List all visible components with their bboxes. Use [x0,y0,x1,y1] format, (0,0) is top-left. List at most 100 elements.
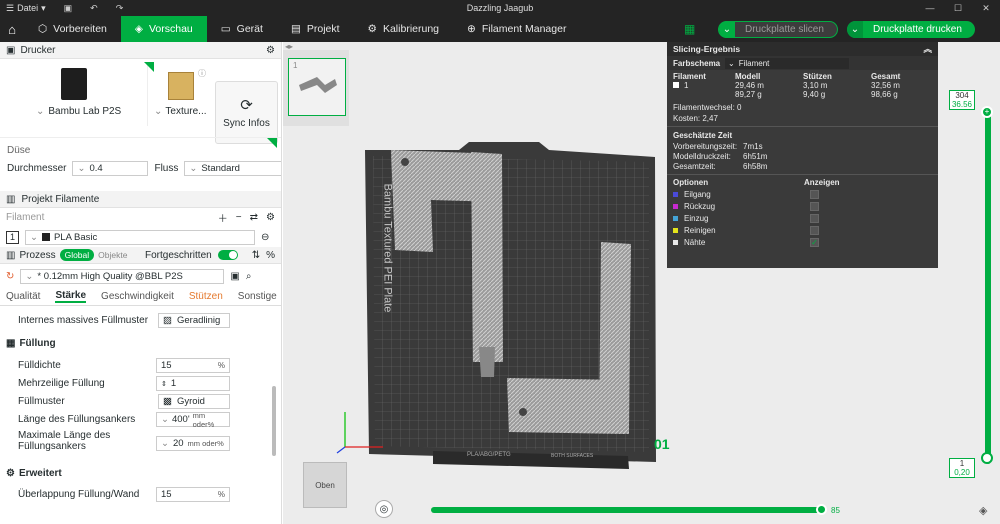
collapse-icon[interactable]: ︽ [923,43,932,55]
info-icon[interactable]: ⓘ [198,68,206,79]
multiline-value: 1 [170,378,177,389]
layers-icon[interactable]: ◈ [979,504,987,517]
title-bar: ☰ Datei ▾ ▣ ↶ ↷ Dazzling Jaagub — ☐ ✕ [0,0,1000,16]
global-toggle[interactable]: Global [59,249,95,261]
tab-projekt[interactable]: ▤ Projekt [277,16,354,42]
option-row: Nähte ✓ [667,236,938,248]
vertical-slider-bottom-thumb[interactable] [981,452,993,464]
gear-icon: ⚙ [367,23,377,35]
max-anchor-label-line2: Füllungsankers [18,441,86,452]
sync-filament-icon[interactable]: ⇄ [250,212,258,223]
sync-label: Sync Infos [223,118,270,129]
chevron-down-icon: ⌄ [30,231,38,243]
chevron-down-icon: ⌄ [77,163,86,174]
redo-icon[interactable]: ↷ [116,3,124,14]
gear-icon[interactable]: ⚙ [266,212,275,223]
option-checkbox-checked[interactable]: ✓ [810,237,819,247]
chevron-down-icon[interactable]: ⌄ [719,21,735,38]
home-icon[interactable]: ⌂ [0,22,24,37]
printer-section-header: ▣ Drucker ⚙ [0,42,281,59]
plate-bottom-label: PLA/ABG/PETG [467,452,511,458]
compare-icon[interactable]: ⇅ [252,250,260,261]
color-scheme-label: Farbschema [673,58,721,68]
slice-plate-button[interactable]: ⌄ Druckplatte slicen [718,21,838,38]
option-checkbox[interactable] [810,201,819,211]
total-meters: 32,56 m [871,81,900,90]
filament-row: 1 ⌄ PLA Basic ⊖ [0,227,281,247]
view-cube[interactable]: Oben [303,462,347,508]
save-icon[interactable]: ▣ [230,271,239,282]
settings-scrollbar[interactable] [272,386,276,456]
filament-id: 1 [684,81,689,90]
option-checkbox[interactable] [810,189,819,199]
print-plate-button[interactable]: ⌄ Druckplatte drucken [847,21,975,38]
gear-icon[interactable]: ⚙ [266,45,275,56]
view-cube-label: Oben [315,480,335,490]
objects-toggle[interactable]: Objekte [98,250,127,260]
multiline-stepper[interactable]: ⇕ 1 [156,376,230,391]
reset-icon[interactable]: ↻ [6,271,14,282]
internal-pattern-select[interactable]: ▨ Geradlinig [158,313,230,328]
minus-icon[interactable]: − [236,212,242,223]
plus-icon[interactable]: ＋ [218,210,228,225]
plate-card[interactable]: ⓘ ⌄ Texture... [150,62,212,126]
vertical-slider-track[interactable] [985,114,991,464]
horizontal-slider[interactable] [431,507,823,513]
tab-support[interactable]: Stützen [189,291,223,302]
search-icon[interactable]: ⌕ [246,271,252,282]
tab-filament-manager[interactable]: ⊕ Filament Manager [453,16,580,42]
tab-other[interactable]: Sonstige [238,291,277,302]
vertical-slider-top-thumb[interactable]: + [981,106,993,118]
pattern-select[interactable]: ▩ Gyroid [158,394,230,409]
pattern-value: Gyroid [176,396,205,407]
show-title: Anzeigen [804,178,840,187]
overlap-unit: % [217,490,225,499]
filament-icon: ▥ [6,193,16,205]
tab-quality[interactable]: Qualität [6,291,40,302]
color-scheme-select[interactable]: ⌄ Filament [725,57,849,69]
tab-vorbereiten[interactable]: ⬡ Vorbereiten [24,16,121,42]
remove-icon[interactable]: ⊖ [261,232,269,243]
filament-select[interactable]: ⌄ PLA Basic [25,229,255,245]
tab-geraet[interactable]: ▭ Gerät [207,16,277,42]
chevron-down-icon: ⌄ [728,58,735,68]
minimize-icon[interactable]: — [916,0,944,16]
undo-icon[interactable]: ↶ [90,3,98,14]
stepper-icon: ⇕ [161,380,167,388]
advanced-switch[interactable] [217,250,238,260]
model-grams: 89,27 g [735,90,762,99]
option-checkbox[interactable] [810,225,819,235]
density-input[interactable]: 15% [156,358,230,373]
overlap-input[interactable]: 15% [156,487,230,502]
layout-icon[interactable]: ▦ [684,22,695,36]
preset-select[interactable]: ⌄ * 0.12mm High Quality @BBL P2S [20,268,225,284]
axis-y [336,446,346,454]
chevron-down-icon[interactable]: ⌄ [847,21,863,38]
printer-cards: ⌄ Bambu Lab P2S ⓘ ⌄ Texture... ⟳ Sync Info… [0,59,281,144]
printer-card[interactable]: ⌄ Bambu Lab P2S [6,62,154,126]
maximize-icon[interactable]: ☐ [944,0,972,16]
horizontal-slider-thumb[interactable] [816,504,827,515]
anchor-select[interactable]: ⌄ 400' mm oder% [156,411,230,429]
save-icon[interactable]: ▣ [64,3,73,14]
sync-info-button[interactable]: ⟳ Sync Infos [215,81,278,144]
option-checkbox[interactable] [810,213,819,223]
nozzle-title: Düse [7,145,31,156]
option-label: Rückzug [684,201,716,211]
close-icon[interactable]: ✕ [972,0,1000,16]
tab-vorschau[interactable]: ◈ Vorschau [120,16,207,42]
tab-speed[interactable]: Geschwindigkeit [101,291,174,302]
tab-kalibrierung[interactable]: ⚙ Kalibrierung [354,16,453,42]
tab-strength[interactable]: Stärke [55,290,87,303]
orbit-icon[interactable]: ◎ [375,500,393,518]
file-menu[interactable]: ☰ Datei ▾ [0,3,46,14]
monitor-icon: ▭ [220,23,231,35]
percent-icon[interactable]: % [266,250,275,261]
model-meters: 29,46 m [735,81,764,90]
flow-select[interactable]: ⌄ Standard [184,161,281,176]
model-time-label: Modelldruckzeit: [673,152,731,161]
vertical-slider-bottom-label: 1 0,20 [949,458,975,478]
diameter-select[interactable]: ⌄ 0.4 [72,161,149,176]
anchor-value: 400' [171,414,190,425]
max-anchor-select[interactable]: ⌄ 20 mm oder% [156,436,230,451]
